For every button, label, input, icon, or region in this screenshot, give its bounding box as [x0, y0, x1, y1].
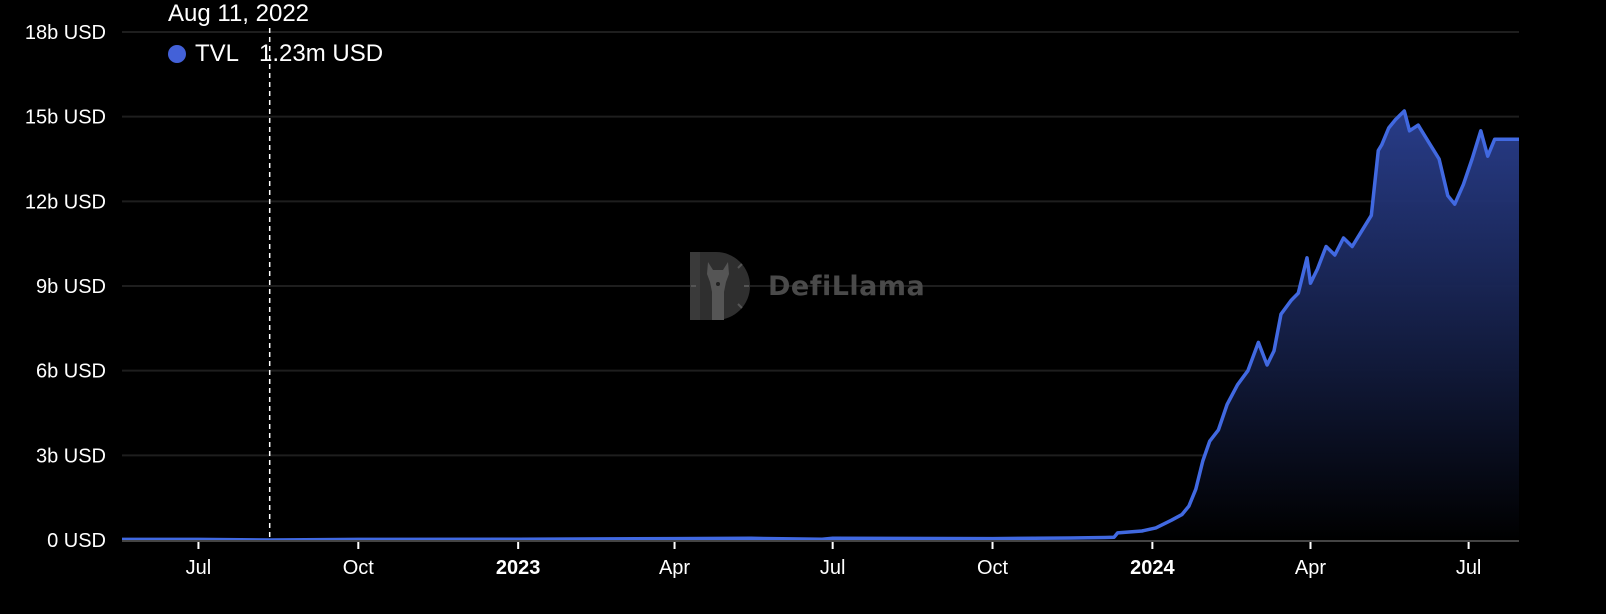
- tooltip-series-value: 1.23m USD: [259, 40, 384, 67]
- y-tick-label: 6b USD: [36, 361, 106, 383]
- x-axis: Jul Oct 2023 Apr Jul Oct 2024 Apr Jul: [122, 540, 1519, 579]
- tooltip-date: Aug 11, 2022: [168, 0, 310, 27]
- x-tick-label: Jul: [820, 557, 846, 579]
- watermark-text: DefiLlama: [768, 270, 926, 302]
- watermark: DefiLlama: [686, 248, 925, 324]
- x-tick-label: 2023: [496, 557, 541, 579]
- y-tick-label: 0 USD: [47, 530, 106, 552]
- x-tick-label: Apr: [1295, 557, 1326, 579]
- defillama-llama-logo-icon: [690, 252, 750, 320]
- x-tick-label: Jul: [1456, 557, 1482, 579]
- tooltip-series-name: TVL: [195, 40, 240, 67]
- x-tick-label: 2024: [1130, 557, 1175, 579]
- x-tick-label: Oct: [977, 557, 1009, 579]
- series-area: [122, 109, 1519, 542]
- y-axis: 0 USD 3b USD 6b USD 9b USD 12b USD 15b USD 18b…: [25, 22, 106, 552]
- series-color-dot-icon: [168, 45, 186, 63]
- y-tick-label: 12b USD: [25, 191, 106, 213]
- x-tick-label: Apr: [659, 557, 690, 579]
- x-tick-label: Oct: [343, 557, 375, 579]
- y-tick-label: 18b USD: [25, 22, 106, 44]
- y-tick-label: 15b USD: [25, 107, 106, 129]
- x-tick-label: Jul: [186, 557, 212, 579]
- y-tick-label: 9b USD: [36, 276, 106, 298]
- y-tick-label: 3b USD: [36, 445, 106, 467]
- tooltip-series-row: TVL 1.23m USD: [168, 40, 383, 68]
- tvl-area-fill: [122, 111, 1519, 540]
